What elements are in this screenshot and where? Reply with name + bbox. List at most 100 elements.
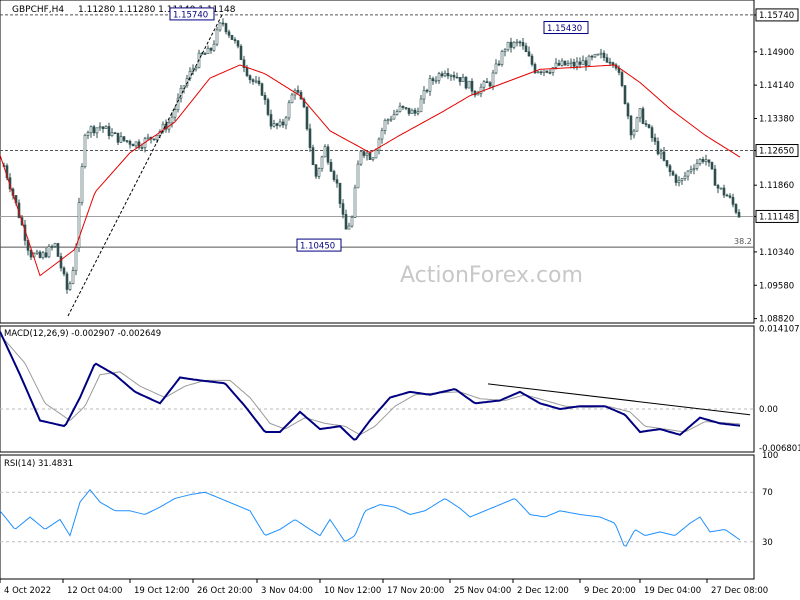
- candle-body: [53, 243, 57, 247]
- candle-body: [365, 152, 369, 156]
- candle-body: [503, 49, 507, 52]
- candle-body: [152, 138, 156, 141]
- candle-body: [518, 41, 522, 44]
- candle-body: [317, 168, 321, 177]
- candle-body: [569, 61, 573, 64]
- candle-body: [608, 61, 612, 64]
- price-annotation: 1.10450: [300, 242, 335, 252]
- candle-body: [59, 256, 63, 269]
- candle-body: [626, 103, 630, 117]
- candle-body: [368, 152, 372, 160]
- candle-body: [698, 159, 702, 164]
- candle-body: [458, 77, 462, 82]
- y-tick-label: 1.11148: [759, 212, 794, 222]
- candle-body: [566, 63, 570, 66]
- candle-body: [92, 126, 96, 134]
- candle-body: [656, 141, 660, 155]
- candle-body: [347, 225, 351, 230]
- candle-body: [425, 89, 429, 92]
- candle-body: [404, 107, 408, 109]
- candle-body: [536, 71, 540, 74]
- candle-body: [737, 212, 741, 218]
- candle-body: [659, 151, 663, 155]
- candle-body: [563, 60, 567, 66]
- x-tick-label: 25 Nov 04:00: [454, 586, 511, 596]
- candle-body: [221, 22, 225, 25]
- candle-body: [116, 132, 120, 143]
- candle-body: [686, 170, 690, 177]
- candle-body: [494, 63, 498, 74]
- candle-body: [623, 85, 627, 104]
- candle-body: [632, 130, 636, 136]
- candle-body: [314, 164, 318, 177]
- candle-body: [383, 120, 387, 131]
- candle-body: [662, 151, 666, 161]
- candle-body: [104, 126, 108, 129]
- candle-body: [203, 53, 207, 55]
- candle-body: [65, 273, 69, 290]
- candle-body: [344, 214, 348, 230]
- candle-body: [692, 168, 696, 170]
- rsi-pane: [0, 454, 755, 580]
- candle-body: [557, 62, 561, 66]
- candle-body: [374, 149, 378, 159]
- candle-body: [461, 76, 465, 82]
- candle-body: [239, 45, 243, 61]
- candle-body: [650, 127, 654, 139]
- candle-body: [539, 71, 543, 74]
- candle-body: [491, 72, 495, 87]
- candle-body: [83, 135, 87, 167]
- candle-body: [560, 60, 564, 66]
- candle-body: [254, 80, 258, 83]
- chart-symbol: GBPCHF,H4: [12, 5, 64, 15]
- candle-body: [524, 45, 528, 53]
- candle-body: [713, 168, 717, 186]
- candle-body: [272, 123, 276, 127]
- macd-title: MACD(12,26,9) -0.002907 -0.002649: [4, 329, 161, 339]
- candle-body: [230, 34, 234, 40]
- candle-body: [683, 175, 687, 179]
- candle-body: [521, 42, 525, 47]
- candle-body: [86, 132, 90, 136]
- candle-body: [362, 151, 366, 156]
- candle-body: [353, 187, 357, 218]
- y-tick-label: 1.14140: [759, 81, 794, 91]
- candle-body: [275, 123, 279, 126]
- candle-body: [209, 47, 213, 51]
- candle-body: [449, 74, 453, 77]
- candle-body: [596, 53, 600, 56]
- x-tick-label: 10 Nov 12:00: [324, 586, 381, 596]
- x-tick-label: 9 Dec 20:00: [584, 586, 636, 596]
- candle-body: [710, 162, 714, 170]
- candle-body: [464, 76, 468, 89]
- candle-body: [260, 83, 264, 96]
- rsi-title: RSI(14) 31.4831: [4, 459, 73, 469]
- candle-body: [725, 194, 729, 197]
- candle-body: [530, 55, 534, 65]
- candle-body: [695, 163, 699, 169]
- y-tick-label: 1.10340: [759, 248, 794, 258]
- candle-body: [386, 119, 390, 122]
- candle-body: [497, 63, 501, 66]
- x-tick-label: 19 Oct 12:00: [134, 586, 189, 596]
- candle-body: [206, 47, 210, 55]
- candle-body: [41, 252, 45, 258]
- candle-body: [80, 166, 84, 203]
- candle-body: [356, 163, 360, 189]
- candle-body: [512, 41, 516, 48]
- candle-body: [278, 121, 282, 126]
- candle-body: [602, 52, 606, 58]
- candle-body: [380, 130, 384, 140]
- candle-body: [671, 171, 675, 176]
- candle-body: [257, 80, 261, 84]
- candle-body: [395, 111, 399, 115]
- candle-body: [251, 79, 255, 82]
- candle-body: [146, 136, 150, 140]
- y-tick-label: 1.15740: [759, 11, 794, 21]
- candle-body: [680, 178, 684, 181]
- candle-body: [545, 70, 549, 73]
- candle-body: [248, 75, 252, 80]
- x-tick-label: 27 Dec 08:00: [711, 586, 768, 596]
- x-tick-label: 12 Oct 04:00: [67, 586, 122, 596]
- candle-body: [716, 185, 720, 189]
